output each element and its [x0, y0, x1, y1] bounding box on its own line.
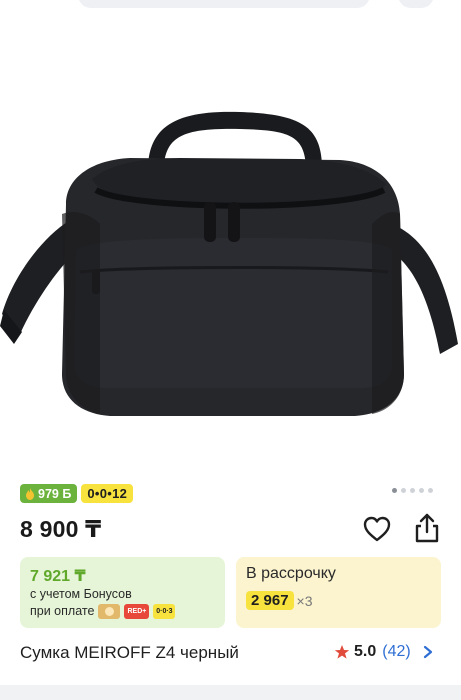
- pagination-dot[interactable]: [410, 488, 415, 493]
- installment-card[interactable]: В рассрочку 2 967 ×3: [236, 557, 441, 628]
- heart-icon[interactable]: [362, 515, 392, 543]
- bonus-badge[interactable]: 979 Б: [20, 484, 78, 503]
- pagination-dot[interactable]: [419, 488, 424, 493]
- chevron-right-icon[interactable]: [423, 645, 433, 659]
- installment-row: 2 967 ×3: [246, 591, 441, 610]
- bonus-price: 7 921 ₸: [30, 568, 86, 585]
- coin-icon: [98, 604, 121, 619]
- installment-chip: 0·0·3: [153, 604, 176, 619]
- product-badges: 979 Б 0•0•12: [20, 484, 134, 503]
- gallery-pagination: [392, 488, 433, 493]
- product-rating[interactable]: 5.0 (42): [334, 643, 433, 661]
- pagination-dot[interactable]: [428, 488, 433, 493]
- reviews-count[interactable]: (42): [382, 643, 410, 661]
- pagination-dot[interactable]: [401, 488, 406, 493]
- flame-icon: [26, 487, 34, 500]
- installment-monthly: 2 967: [246, 591, 294, 610]
- payment-methods-row: при оплате RED+ 0·0·3: [30, 603, 225, 620]
- top-search-bar: [0, 0, 461, 14]
- installment-badge[interactable]: 0•0•12: [81, 484, 134, 503]
- pagination-dot[interactable]: [392, 488, 397, 493]
- share-icon[interactable]: [412, 512, 442, 544]
- search-input[interactable]: [78, 0, 370, 8]
- product-image[interactable]: [0, 14, 461, 472]
- product-name: Сумка MEIROFF Z4 черный: [20, 643, 239, 662]
- bonus-price-card[interactable]: 7 921 ₸ с учетом Бонусов при оплате RED+…: [20, 557, 225, 628]
- star-icon: [334, 645, 350, 659]
- header-action-button[interactable]: [398, 0, 434, 8]
- bottom-panel-edge: [0, 685, 461, 700]
- rating-value: 5.0: [354, 643, 377, 660]
- installment-times: ×3: [296, 592, 313, 609]
- bonus-caption: с учетом Бонусов: [30, 587, 132, 601]
- payment-caption: при оплате: [30, 604, 95, 618]
- installment-title: В рассрочку: [246, 565, 336, 582]
- installment-badge-label: 0•0•12: [87, 486, 128, 501]
- red-plus-chip: RED+: [124, 604, 150, 619]
- bonus-badge-label: 979 Б: [38, 486, 72, 501]
- product-price: 8 900 ₸: [20, 516, 102, 542]
